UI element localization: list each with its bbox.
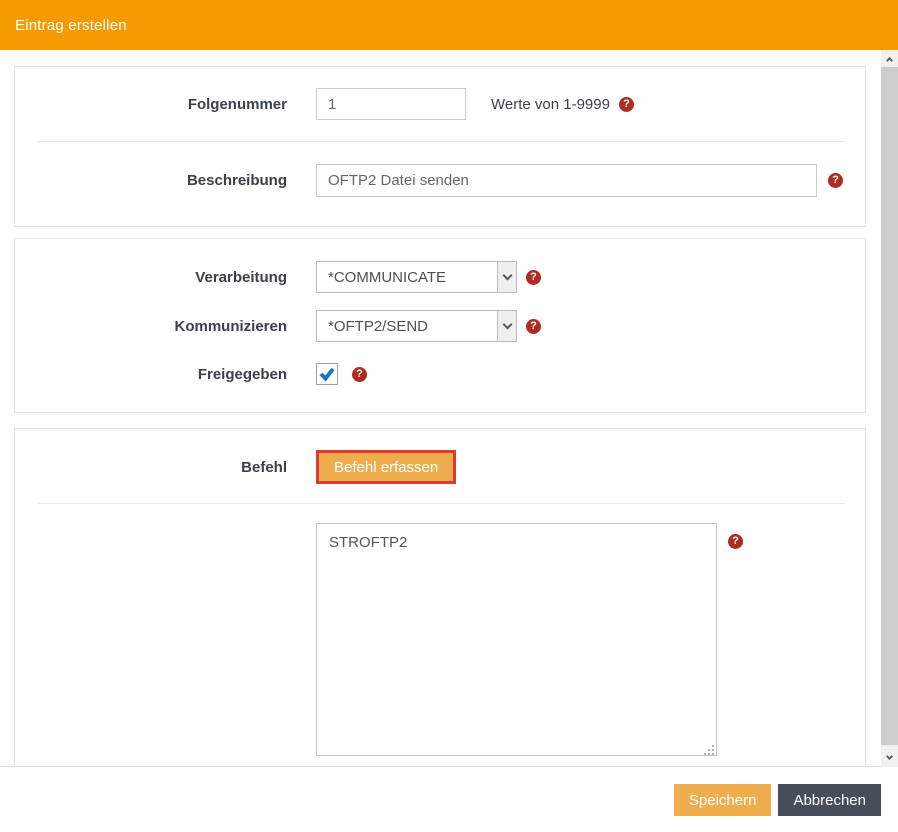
dialog-footer: Speichern Abbrechen (0, 767, 898, 832)
help-icon[interactable]: ? (828, 173, 843, 188)
help-icon[interactable]: ? (526, 269, 541, 285)
row-befehl: Befehl Befehl erfassen (15, 429, 865, 503)
row-command-text: STROFTP2 ? (15, 504, 865, 766)
befehl-label: Befehl (241, 458, 287, 476)
row-verarbeitung: Verarbeitung *COMMUNICATE ? (15, 239, 865, 293)
folgenummer-label: Folgenummer (187, 95, 287, 113)
help-icon[interactable]: ? (526, 318, 541, 334)
kommunizieren-select[interactable]: *OFTP2/SEND (316, 310, 517, 342)
create-entry-dialog: Eintrag erstellen Folgenummer Werte von … (0, 0, 898, 832)
help-icon[interactable]: ? (618, 96, 634, 112)
verarbeitung-select[interactable]: *COMMUNICATE (316, 261, 517, 293)
freigegeben-checkbox[interactable] (316, 363, 338, 385)
folgenummer-input[interactable] (316, 88, 466, 120)
command-textarea[interactable]: STROFTP2 (316, 523, 717, 756)
row-kommunizieren: Kommunizieren *OFTP2/SEND ? (15, 293, 865, 342)
verarbeitung-label: Verarbeitung (195, 268, 287, 286)
scrollbar[interactable] (881, 50, 898, 767)
checkmark-icon (319, 367, 335, 382)
page-title: Eintrag erstellen (15, 16, 127, 34)
command-textarea-wrap: STROFTP2 (316, 523, 717, 761)
verarbeitung-selected-value: *COMMUNICATE (328, 268, 447, 286)
scrollbar-thumb[interactable] (881, 67, 898, 745)
folgenummer-hint: Werte von 1-9999 (491, 95, 610, 113)
dialog-header: Eintrag erstellen (0, 0, 898, 50)
row-freigegeben: Freigegeben ? (15, 342, 865, 412)
chevron-down-icon (497, 262, 516, 292)
kommunizieren-selected-value: *OFTP2/SEND (328, 317, 429, 335)
scroll-up-icon[interactable] (881, 50, 898, 67)
cancel-button[interactable]: Abbrechen (778, 784, 881, 816)
help-icon[interactable]: ? (352, 366, 367, 382)
beschreibung-label: Beschreibung (186, 172, 287, 189)
help-icon[interactable]: ? (728, 534, 743, 549)
save-button[interactable]: Speichern (673, 784, 772, 816)
dialog-body: Folgenummer Werte von 1-9999 ? Beschreib… (0, 50, 881, 767)
panel-general: Folgenummer Werte von 1-9999 ? Beschreib… (14, 66, 866, 227)
chevron-down-icon (497, 311, 516, 341)
scroll-down-icon[interactable] (881, 750, 898, 767)
row-beschreibung: Beschreibung ? (15, 142, 865, 226)
panel-processing: Verarbeitung *COMMUNICATE ? Kommuniziere… (14, 238, 866, 413)
freigegeben-label: Freigegeben (197, 365, 287, 383)
row-folgenummer: Folgenummer Werte von 1-9999 ? (15, 67, 865, 141)
panel-command: Befehl Befehl erfassen STROFTP2 ? (14, 428, 866, 766)
befehl-erfassen-button[interactable]: Befehl erfassen (316, 450, 457, 484)
resize-grip-icon[interactable] (704, 745, 714, 755)
kommunizieren-label: Kommunizieren (174, 317, 287, 335)
beschreibung-input[interactable] (316, 164, 817, 197)
